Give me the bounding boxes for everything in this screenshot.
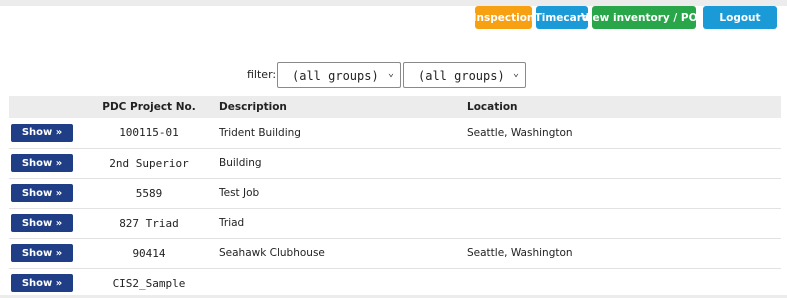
chevron-down-icon: ⌄ <box>512 68 519 79</box>
description-cell: Triad <box>219 217 245 229</box>
table-row: Show » 827 Triad Triad <box>9 208 781 238</box>
header-project-no: PDC Project No. <box>102 101 196 113</box>
project-no-cell: 2nd Superior <box>109 156 189 170</box>
view-inventory-button[interactable]: View inventory / PO's <box>581 6 707 29</box>
filter-label: filter: <box>247 68 277 81</box>
location-cell <box>467 268 781 298</box>
group-filter-select-1[interactable]: (all groups) ⌄ <box>277 62 401 88</box>
header-location: Location <box>467 101 518 113</box>
description-cell: Building <box>219 157 262 169</box>
table-row: Show » 5589 Test Job <box>9 178 781 208</box>
description-cell: Trident Building <box>219 126 301 139</box>
table-row: Show » 2nd Superior Building <box>9 148 781 178</box>
project-no-cell: 827 Triad <box>119 216 179 230</box>
location-cell: Seattle, Washington <box>467 126 573 139</box>
project-no-cell: 100115-01 <box>119 126 179 140</box>
projects-table: PDC Project No. Description Location Sho… <box>9 96 781 298</box>
description-cell <box>219 268 467 298</box>
location-cell: Seattle, Washington <box>467 247 573 259</box>
chevron-down-icon: ⌄ <box>387 68 394 79</box>
table-row: Show » 100115-01 Trident Building Seattl… <box>9 118 781 148</box>
logout-button[interactable]: Logout <box>703 6 777 29</box>
project-no-cell: CIS2_Sample <box>112 276 186 290</box>
show-button[interactable]: Show » <box>11 123 73 142</box>
description-cell: Test Job <box>219 187 260 199</box>
group-filter-select-2[interactable]: (all groups) ⌄ <box>403 62 526 88</box>
header-action <box>9 96 79 118</box>
location-cell <box>467 178 781 208</box>
show-button[interactable]: Show » <box>11 214 73 232</box>
header-description: Description <box>219 101 287 113</box>
location-cell <box>467 208 781 238</box>
project-no-cell: 5589 <box>135 186 163 200</box>
show-button[interactable]: Show » <box>11 244 73 262</box>
inspection-button[interactable]: Inspection <box>473 6 534 29</box>
filter-row: filter: (all groups) ⌄ (all groups) ⌄ <box>0 62 787 88</box>
table-header-row: PDC Project No. Description Location <box>9 96 781 118</box>
location-cell <box>467 148 781 178</box>
table-row: Show » 90414 Seahawk Clubhouse Seattle, … <box>9 238 781 268</box>
group-filter-1-value: (all groups) <box>292 69 379 83</box>
table-row: Show » CIS2_Sample <box>9 268 781 298</box>
show-button[interactable]: Show » <box>11 154 73 172</box>
show-button[interactable]: Show » <box>11 274 73 293</box>
project-no-cell: 90414 <box>132 246 166 260</box>
description-cell: Seahawk Clubhouse <box>219 247 325 259</box>
show-button[interactable]: Show » <box>11 184 73 202</box>
group-filter-2-value: (all groups) <box>418 69 505 83</box>
